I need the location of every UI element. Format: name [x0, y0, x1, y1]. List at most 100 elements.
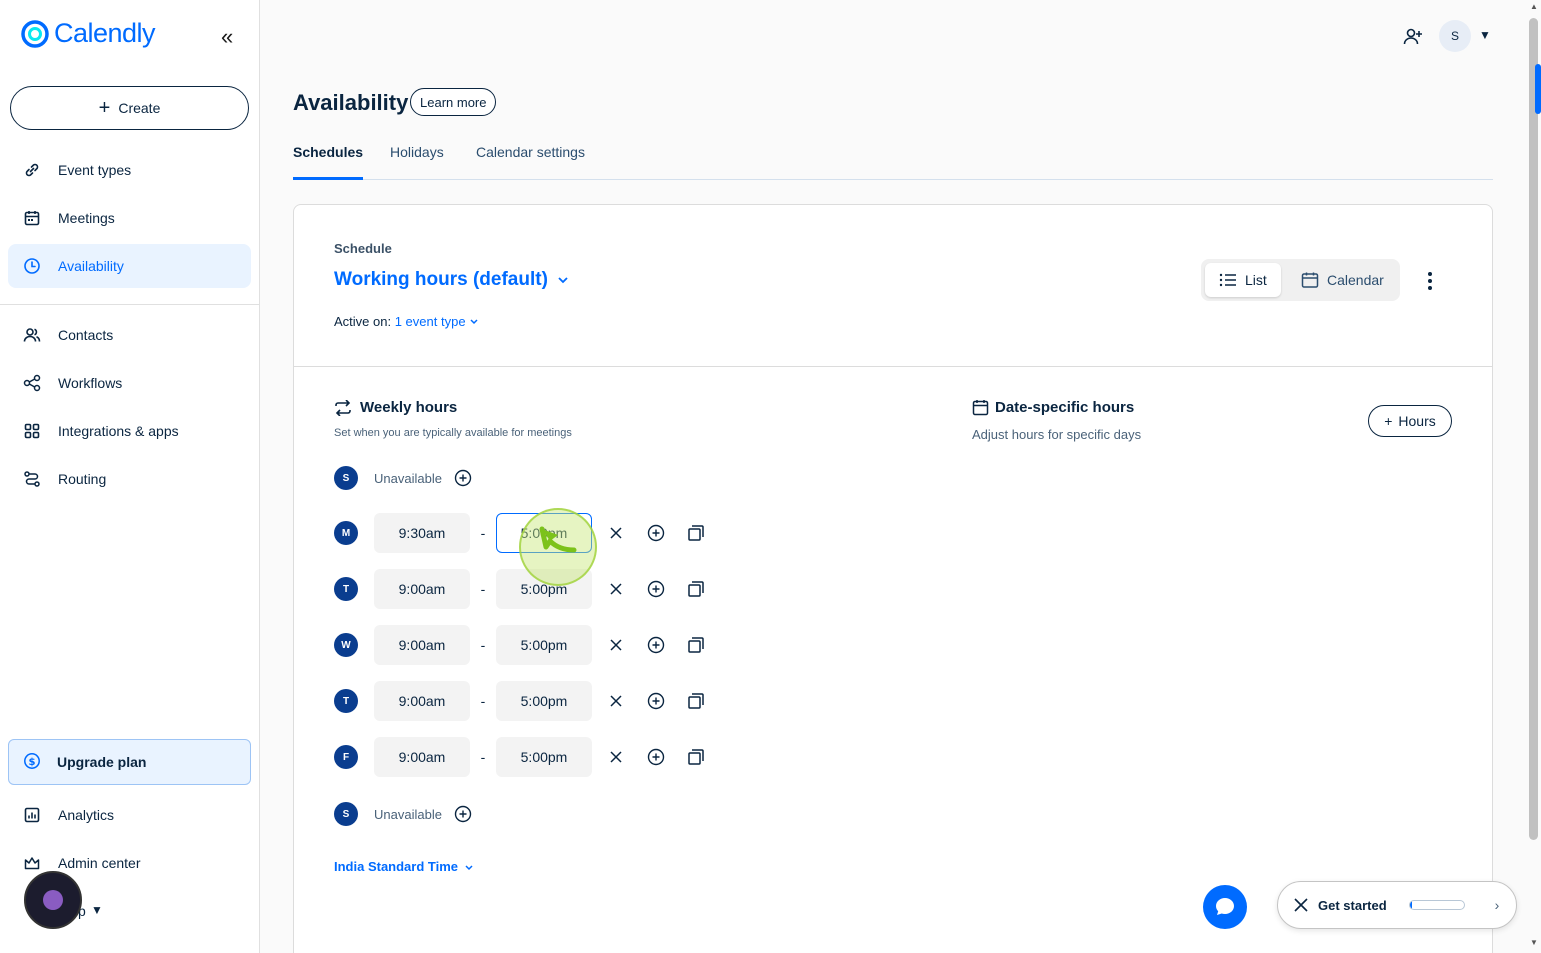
create-button[interactable]: + Create [10, 86, 249, 130]
sidebar-item-event-types[interactable]: Event types [8, 148, 251, 192]
upgrade-plan-button[interactable]: $ Upgrade plan [8, 739, 251, 785]
repeat-icon [335, 399, 351, 416]
add-interval-icon[interactable] [636, 513, 676, 553]
remove-interval-icon[interactable] [596, 625, 636, 665]
sidebar-item-availability[interactable]: Availability [8, 244, 251, 288]
copy-times-icon[interactable] [676, 681, 716, 721]
scroll-up-icon[interactable]: ▲ [1530, 2, 1538, 11]
day-row-sunday: S Unavailable [334, 458, 472, 498]
sidebar-item-contacts[interactable]: Contacts [8, 313, 251, 357]
tab-schedules[interactable]: Schedules [293, 144, 364, 180]
day-row-friday: F 9:00am - 5:00pm [334, 737, 716, 777]
calendar-icon [972, 400, 989, 416]
tab-holidays[interactable]: Holidays [390, 144, 444, 180]
add-hours-button[interactable]: + Hours [1368, 405, 1452, 437]
tab-calendar-settings[interactable]: Calendar settings [476, 144, 585, 180]
get-started-progress [1408, 900, 1465, 910]
calendly-logo[interactable]: Calendly [20, 18, 156, 49]
time-separator: - [480, 581, 486, 597]
learn-more-button[interactable]: Learn more [410, 88, 497, 116]
calendar-icon [1301, 272, 1319, 288]
link-icon [22, 160, 42, 180]
end-time-input[interactable]: 5:00pm [496, 681, 592, 721]
calendar-view-label: Calendar [1327, 272, 1384, 288]
add-interval-icon[interactable] [454, 805, 472, 823]
day-badge: F [334, 745, 358, 769]
schedule-card: Schedule Working hours (default) Active … [293, 204, 1493, 953]
more-options-icon[interactable] [1422, 269, 1438, 293]
start-time-input[interactable]: 9:00am [374, 681, 470, 721]
end-time-input[interactable]: 5:00pm [496, 513, 592, 553]
chevron-down-icon [558, 277, 568, 284]
list-view-button[interactable]: List [1205, 263, 1281, 297]
end-time-input[interactable]: 5:00pm [496, 569, 592, 609]
page-scrollbar[interactable]: ▲ ▼ [1527, 0, 1541, 953]
caret-down-icon[interactable]: ▼ [91, 903, 103, 917]
unavailable-text: Unavailable [374, 470, 442, 486]
add-interval-icon[interactable] [454, 469, 472, 487]
assistant-bubble-button[interactable] [24, 871, 82, 929]
progress-fill [1409, 901, 1413, 909]
get-started-widget[interactable]: Get started › [1277, 881, 1517, 929]
copy-times-icon[interactable] [676, 513, 716, 553]
add-interval-icon[interactable] [636, 569, 676, 609]
clock-icon [22, 256, 42, 276]
sidebar-item-workflows[interactable]: Workflows [8, 361, 251, 405]
schedule-selector[interactable]: Working hours (default) [334, 269, 570, 291]
remove-interval-icon[interactable] [596, 513, 636, 553]
day-row-wednesday: W 9:00am - 5:00pm [334, 625, 716, 665]
remove-interval-icon[interactable] [596, 681, 636, 721]
sidebar-item-integrations[interactable]: Integrations & apps [8, 409, 251, 453]
start-time-input[interactable]: 9:00am [374, 625, 470, 665]
plus-icon: + [98, 97, 111, 119]
calendar-view-button[interactable]: Calendar [1287, 263, 1398, 297]
sidebar-item-label: Contacts [58, 327, 114, 343]
close-icon[interactable] [1290, 894, 1312, 916]
time-separator: - [480, 693, 486, 709]
start-time-input[interactable]: 9:00am [374, 737, 470, 777]
day-badge: S [334, 802, 358, 826]
caret-down-icon[interactable]: ▼ [1479, 28, 1491, 42]
sidebar-item-label: Event types [58, 162, 132, 178]
time-separator: - [480, 525, 486, 541]
crown-icon [22, 853, 42, 873]
invite-user-button[interactable] [1402, 26, 1424, 53]
add-interval-icon[interactable] [636, 737, 676, 777]
collapse-sidebar-button[interactable]: « [221, 24, 233, 50]
sidebar-item-label: Analytics [58, 807, 115, 823]
weekly-hours-heading: Weekly hours [360, 399, 458, 416]
remove-interval-icon[interactable] [596, 737, 636, 777]
view-toggle: List Calendar [1201, 259, 1400, 301]
sidebar-divider [0, 304, 259, 305]
sidebar-item-meetings[interactable]: Meetings [8, 196, 251, 240]
day-row-saturday: S Unavailable [334, 794, 472, 834]
add-interval-icon[interactable] [636, 625, 676, 665]
start-time-input[interactable]: 9:30am [374, 513, 470, 553]
sidebar-item-label: Workflows [58, 375, 123, 391]
sidebar-item-analytics[interactable]: Analytics [8, 793, 251, 837]
chevron-right-icon[interactable]: › [1495, 897, 1500, 913]
chat-button[interactable] [1203, 885, 1247, 929]
active-on-value: 1 event type [394, 314, 466, 329]
copy-times-icon[interactable] [676, 569, 716, 609]
list-icon [1219, 273, 1236, 287]
copy-times-icon[interactable] [676, 625, 716, 665]
unavailable-text: Unavailable [374, 806, 442, 822]
calendar-icon [22, 208, 42, 228]
remove-interval-icon[interactable] [596, 569, 636, 609]
end-time-input[interactable]: 5:00pm [496, 625, 592, 665]
add-interval-icon[interactable] [636, 681, 676, 721]
active-on-link[interactable]: 1 event type [395, 314, 479, 329]
scroll-thumb[interactable] [1529, 18, 1538, 840]
day-row-tuesday: T 9:00am - 5:00pm [334, 569, 716, 609]
timezone-selector[interactable]: India Standard Time [334, 859, 474, 874]
day-badge: T [334, 577, 358, 601]
weekly-hours-subtitle: Set when you are typically available for… [334, 427, 572, 439]
start-time-input[interactable]: 9:00am [374, 569, 470, 609]
timezone-label: India Standard Time [334, 859, 459, 874]
end-time-input[interactable]: 5:00pm [496, 737, 592, 777]
scroll-down-icon[interactable]: ▼ [1530, 938, 1538, 947]
sidebar-item-routing[interactable]: Routing [8, 457, 251, 501]
avatar[interactable]: S [1439, 20, 1471, 52]
copy-times-icon[interactable] [676, 737, 716, 777]
